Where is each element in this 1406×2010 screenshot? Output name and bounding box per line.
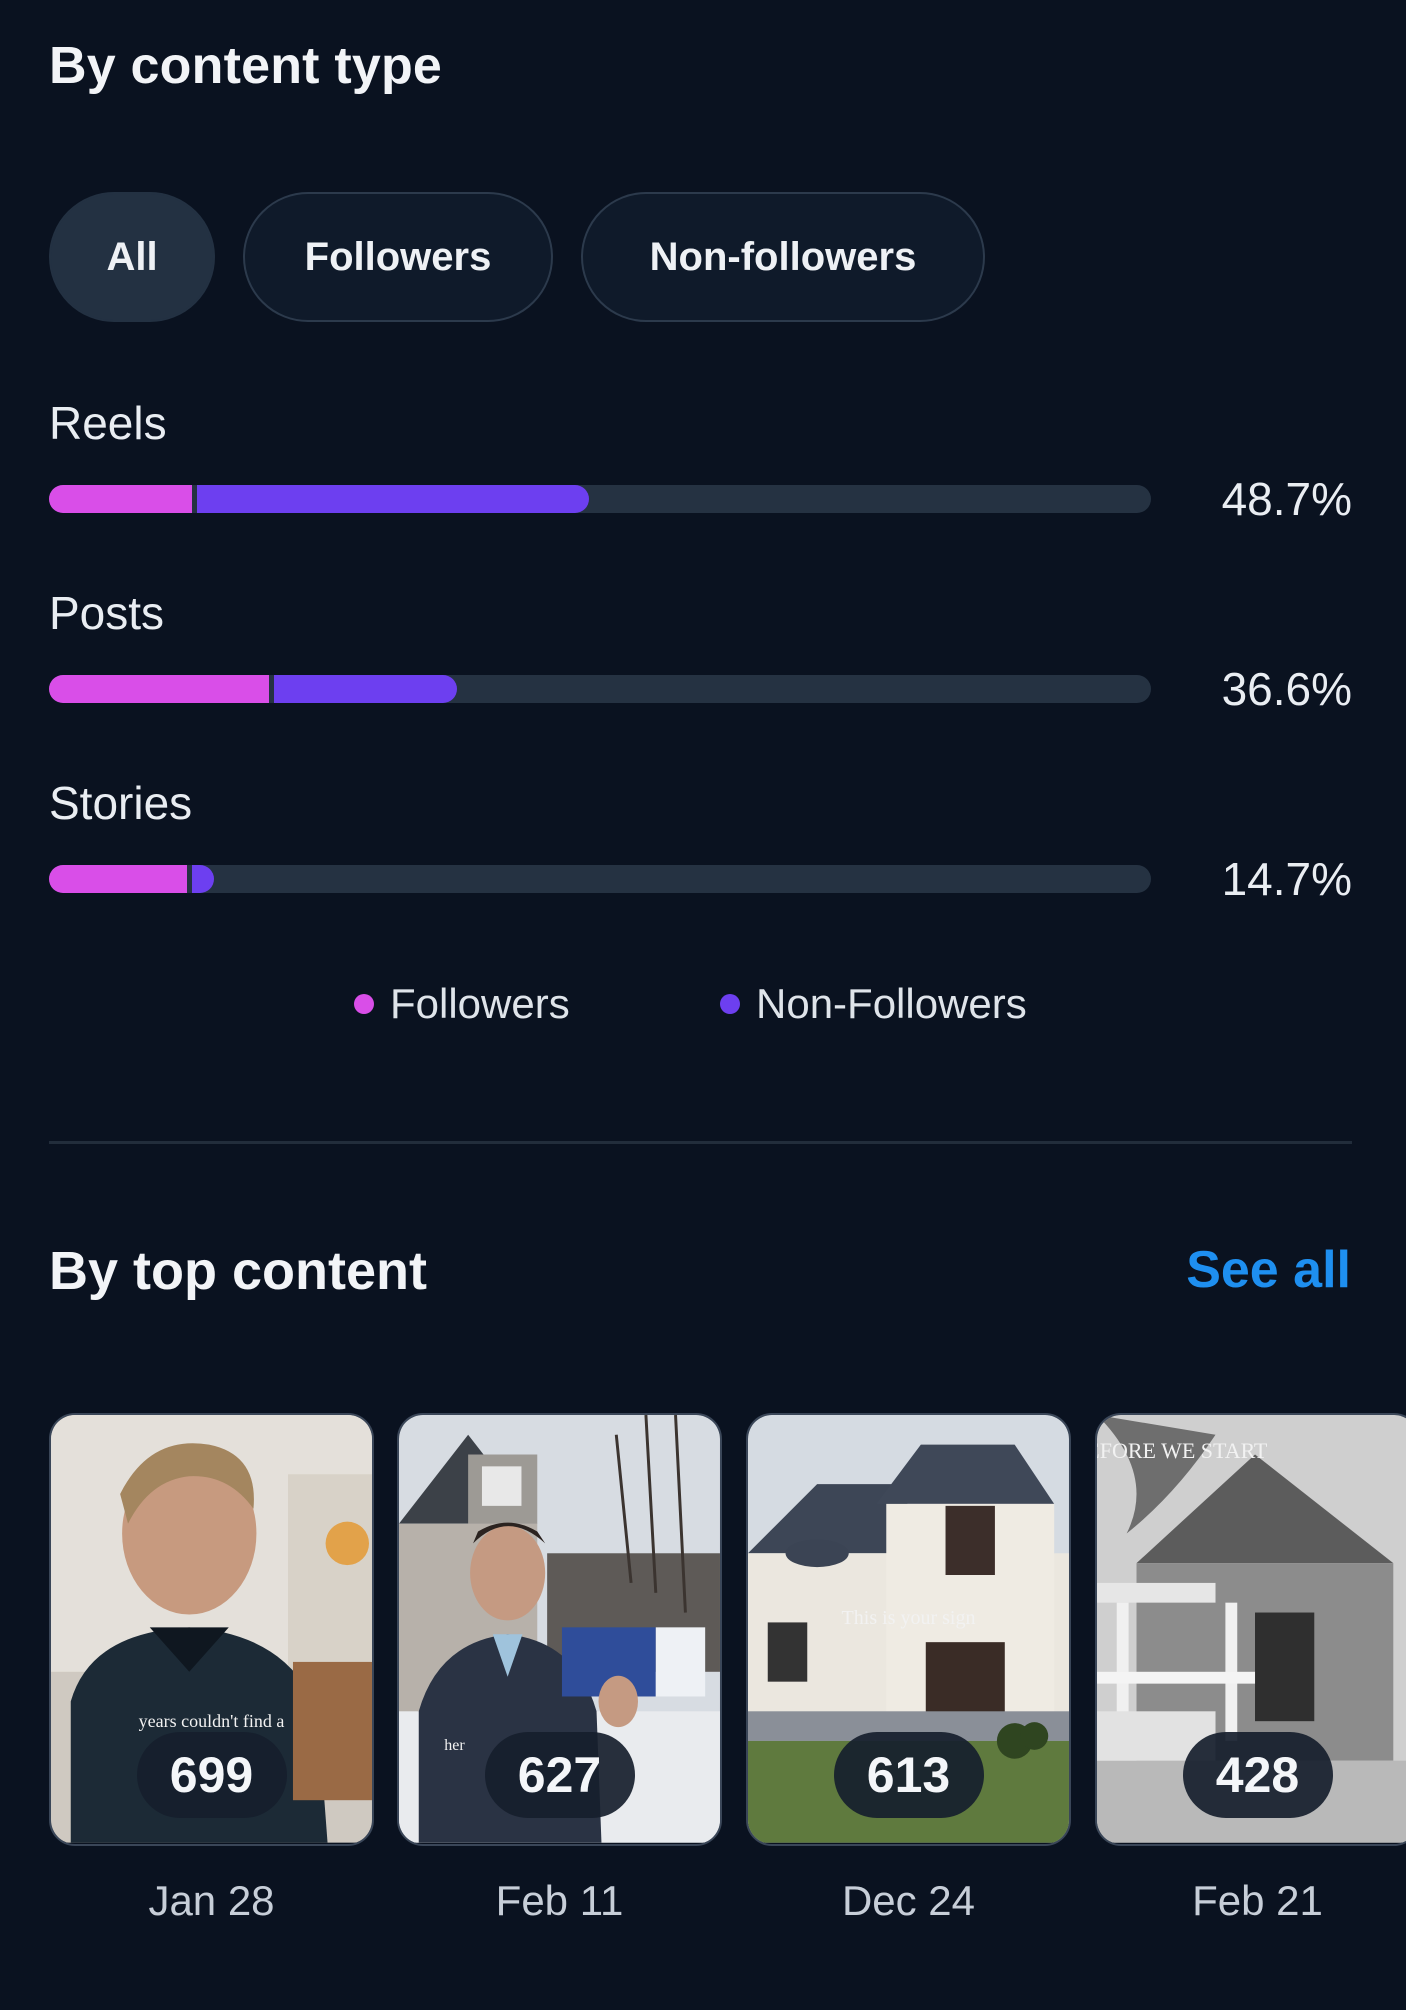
view-count-badge: 428 bbox=[1182, 1732, 1333, 1818]
card-date: Jan 28 bbox=[148, 1877, 275, 1924]
view-count-badge: 613 bbox=[833, 1732, 984, 1818]
bar-track-stories bbox=[49, 865, 1151, 893]
filter-non-followers-button[interactable]: Non-followers bbox=[581, 192, 985, 322]
top-content-card[interactable]: her 627 bbox=[397, 1413, 722, 1846]
bar-followers-posts bbox=[49, 675, 270, 703]
row-label-posts: Posts bbox=[49, 587, 165, 639]
percent-reels: 48.7% bbox=[1221, 473, 1352, 525]
legend-label-followers: Followers bbox=[390, 980, 570, 1027]
legend-label-non-followers: Non-Followers bbox=[756, 980, 1027, 1027]
bar-followers-stories bbox=[49, 865, 187, 893]
section-title-top-content: By top content bbox=[49, 1241, 427, 1301]
percent-posts: 36.6% bbox=[1221, 663, 1352, 715]
section-divider bbox=[49, 1141, 1352, 1144]
bar-nonfollowers-stories bbox=[191, 865, 215, 893]
bar-track-posts bbox=[49, 675, 1151, 703]
bar-track-reels bbox=[49, 485, 1151, 513]
percent-stories: 14.7% bbox=[1221, 853, 1352, 905]
top-content-card[interactable]: This is your sign 613 bbox=[746, 1413, 1071, 1846]
card-date: Dec 24 bbox=[841, 1877, 976, 1924]
legend-followers: Followers bbox=[354, 980, 570, 1028]
card-caption: years couldn't find a bbox=[138, 1711, 285, 1731]
view-count-badge: 627 bbox=[484, 1732, 635, 1818]
top-content-card[interactable]: BEFORE WE START 428 bbox=[1095, 1413, 1406, 1846]
section-title-content-type: By content type bbox=[49, 37, 443, 95]
legend-dot-non-followers bbox=[720, 994, 740, 1014]
card-caption: BEFORE WE START bbox=[1097, 1438, 1268, 1463]
legend-dot-followers bbox=[354, 994, 374, 1014]
top-content-card[interactable]: years couldn't find a 699 bbox=[49, 1413, 374, 1846]
bar-nonfollowers-posts bbox=[274, 675, 457, 703]
row-label-stories: Stories bbox=[49, 777, 193, 829]
bar-followers-reels bbox=[49, 485, 193, 513]
see-all-link[interactable]: See all bbox=[1186, 1240, 1351, 1300]
row-label-reels: Reels bbox=[49, 397, 167, 449]
filter-followers-button[interactable]: Followers bbox=[243, 192, 553, 322]
card-date: Feb 21 bbox=[1192, 1877, 1323, 1924]
legend-non-followers: Non-Followers bbox=[720, 980, 1027, 1028]
card-date: Feb 11 bbox=[495, 1877, 624, 1924]
bar-nonfollowers-reels bbox=[197, 485, 589, 513]
filter-all-button[interactable]: All bbox=[49, 192, 215, 322]
view-count-badge: 699 bbox=[136, 1732, 287, 1818]
card-caption: This is your sign bbox=[841, 1607, 976, 1629]
